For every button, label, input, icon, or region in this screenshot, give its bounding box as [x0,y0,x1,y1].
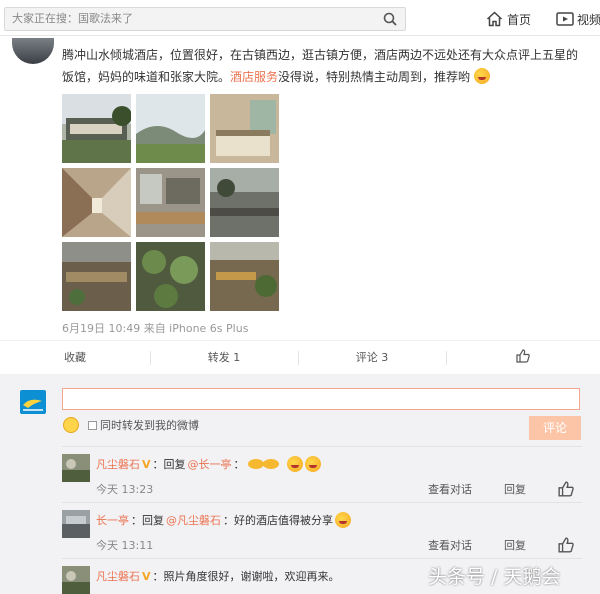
photo-plants[interactable] [136,242,205,311]
search-box[interactable]: 大家正在搜：国歌法来了 [4,7,406,31]
search-icon[interactable] [383,12,397,26]
comment-prefix: ：回复 [152,458,186,471]
post-actions: 收藏 转发 1 评论 3 [0,340,600,374]
photo-hotel-exterior[interactable] [62,94,131,163]
grin-emoji-icon [335,512,351,528]
photo-landscape[interactable] [136,94,205,163]
collect-button[interactable]: 收藏 [0,341,150,375]
comment-item: 凡尘磐石 V ：回复 @长一亭 ： 今天 13:23 查看对话 回复 [62,446,582,502]
commenter-avatar[interactable] [62,454,90,482]
thumbs-up-icon [558,537,574,553]
commenter-avatar[interactable] [62,566,90,594]
hands-emoji-icon [247,459,279,469]
comment-item: 长一亭 ：回复 @凡尘磐石 ：好的酒店值得被分享 今天 13:11 查看对话 回… [62,502,582,558]
comment-user[interactable]: 凡尘磐石 [96,456,140,472]
like-button[interactable] [446,341,600,375]
author-avatar[interactable] [12,38,54,64]
view-conversation-link[interactable]: 查看对话 [428,537,472,553]
comment-like-button[interactable] [558,537,574,553]
photo-terrace[interactable] [210,168,279,237]
grin-emoji-icon [473,68,490,84]
photo-bedroom[interactable] [210,94,279,163]
post-meta: 6月19日 10:49 来自 iPhone 6s Plus [62,322,249,335]
forward-checkbox-label: 同时转发到我的微博 [100,419,199,432]
comment-input[interactable] [62,388,580,410]
photo-lobby[interactable] [136,168,205,237]
comment-time: 今天 13:11 [96,539,154,552]
weibo-post: 腾冲山水倾城酒店，位置很好，在古镇西边，逛古镇方便，酒店两边不远处还有大众点评上… [0,36,600,374]
top-bar: 大家正在搜：国歌法来了 首页 视频 [0,0,600,36]
sina-logo-icon [20,390,46,414]
thumbs-up-icon [558,481,574,497]
comment-prefix: ：回复 [131,514,164,527]
post-text: 腾冲山水倾城酒店，位置很好，在古镇西边，逛古镇方便，酒店两边不远处还有大众点评上… [62,44,588,88]
view-conversation-link[interactable]: 查看对话 [428,481,472,497]
video-icon [556,12,574,26]
comment-line: 凡尘磐石 V ：回复 @长一亭 ： [96,456,321,472]
reply-link[interactable]: 回复 [504,537,526,553]
comment-mention[interactable]: @长一亭 [188,456,232,472]
comment-button[interactable]: 评论 3 [298,341,446,375]
comment-text: ：照片角度很好，谢谢啦，欢迎再来。 [152,570,340,583]
forward-button[interactable]: 转发 1 [150,341,298,375]
nav-video[interactable]: 视频 [556,10,600,28]
post-text-tail: 没得说，特别热情主动周到，推荐哟 [278,70,471,84]
photo-cafe[interactable] [62,242,131,311]
comment-text: ： [233,458,245,471]
thumbs-up-icon [516,349,530,363]
comment-area: 同时转发到我的微博 评论 凡尘磐石 V ：回复 @长一亭 ： 今天 13:23 … [0,374,600,594]
comment-user[interactable]: 长一亭 [96,512,129,528]
post-link[interactable]: 酒店服务 [230,70,278,84]
reply-link[interactable]: 回复 [504,481,526,497]
comment-mention[interactable]: @凡尘磐石 [166,512,221,528]
nav-home-label: 首页 [507,12,532,27]
forward-checkbox[interactable] [88,421,97,430]
photo-deck[interactable] [210,242,279,311]
emoji-picker-icon[interactable] [63,417,79,433]
photo-corridor[interactable] [62,168,131,237]
commenter-avatar[interactable] [62,510,90,538]
search-input[interactable]: 大家正在搜：国歌法来了 [12,8,133,30]
comment-user[interactable]: 凡尘磐石 [96,568,140,584]
comment-time: 今天 13:23 [96,483,154,496]
comment-text: ：好的酒店值得被分享 [223,514,333,527]
submit-comment-button[interactable]: 评论 [529,416,581,440]
watermark: 头条号 / 天鹅会 [428,566,561,588]
nav-video-label: 视频 [577,12,600,27]
laugh-emoji-icon [304,456,321,472]
verified-badge-icon: V [142,569,151,583]
comment-line: 凡尘磐石 V ：照片角度很好，谢谢啦，欢迎再来。 [96,568,340,584]
comment-line: 长一亭 ：回复 @凡尘磐石 ：好的酒店值得被分享 [96,512,351,528]
verified-badge-icon: V [142,457,151,471]
comment-like-button[interactable] [558,481,574,497]
home-icon [486,11,503,27]
laugh-emoji-icon [286,456,303,472]
nav-home[interactable]: 首页 [486,10,531,28]
